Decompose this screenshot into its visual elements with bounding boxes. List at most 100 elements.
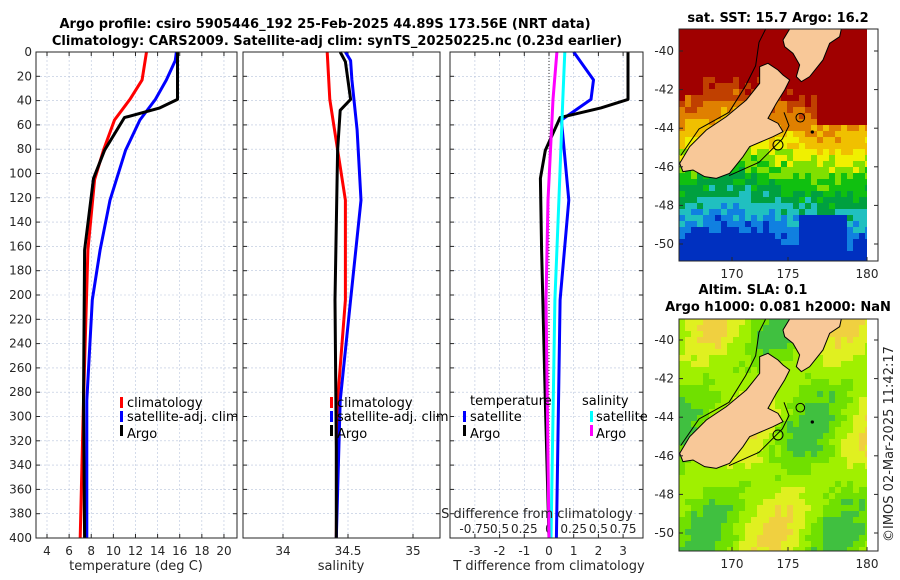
legend-swatch-s-satellite — [590, 411, 593, 422]
map-pixel — [787, 481, 794, 488]
map-pixel — [775, 403, 782, 410]
map-pixel — [751, 221, 758, 228]
map-pixel — [691, 71, 698, 78]
map-pixel — [775, 179, 782, 186]
map-pixel — [691, 125, 698, 132]
map-pixel — [817, 541, 824, 548]
map-pixel — [703, 233, 710, 240]
map-pixel — [691, 541, 698, 548]
map-pixel — [679, 499, 686, 506]
map-pixel — [841, 185, 848, 192]
map-pixel — [679, 361, 686, 368]
map-pixel — [751, 463, 758, 470]
map-pixel — [679, 511, 686, 518]
map-pixel — [799, 469, 806, 476]
x-tick-label: 6 — [65, 544, 73, 558]
map-pixel — [823, 397, 830, 404]
map-pixel — [745, 505, 752, 512]
map-pixel — [703, 487, 710, 494]
map-pixel — [733, 185, 740, 192]
map-pixel — [847, 245, 854, 252]
map-pixel — [811, 215, 818, 222]
map-pixel — [679, 433, 686, 440]
map-pixel — [859, 499, 866, 506]
map-pixel — [703, 379, 710, 386]
legend-swatch-t-argo — [463, 425, 466, 436]
map-pixel — [829, 215, 836, 222]
figure-title-line1: Argo profile: csiro 5905446_192 25-Feb-2… — [59, 17, 590, 32]
map-pixel — [787, 511, 794, 518]
map-pixel — [823, 541, 830, 548]
map-pixel — [697, 349, 704, 356]
temperature-axis-label: temperature (deg C) — [69, 559, 203, 574]
map-pixel — [721, 493, 728, 500]
map-pixel — [763, 155, 770, 162]
map-pixel — [679, 367, 686, 374]
map-pixel — [859, 59, 866, 66]
s-diff-axis-label: S difference from climatology — [441, 507, 633, 522]
map-pixel — [703, 185, 710, 192]
map-pixel — [799, 433, 806, 440]
map-pixel — [853, 227, 860, 234]
map-pixel — [835, 161, 842, 168]
map-pixel — [799, 155, 806, 162]
map-pixel — [727, 355, 734, 362]
map-pixel — [787, 179, 794, 186]
map-pixel — [727, 59, 734, 66]
map-pixel — [781, 173, 788, 180]
map-pixel — [811, 149, 818, 156]
s-diff-tick-label: 0.75 — [610, 522, 637, 536]
map-pixel — [733, 203, 740, 210]
map-pixel — [757, 505, 764, 512]
map-pixel — [841, 89, 848, 96]
map-pixel — [811, 541, 818, 548]
map-pixel — [811, 113, 818, 120]
map-pixel — [691, 385, 698, 392]
map-pixel — [859, 161, 866, 168]
map-pixel — [847, 173, 854, 180]
map-pixel — [793, 215, 800, 222]
map-pixel — [715, 197, 722, 204]
map-pixel — [739, 517, 746, 524]
map-pixel — [763, 487, 770, 494]
map-pixel — [709, 331, 716, 338]
map-pixel — [751, 41, 758, 48]
map-pixel — [763, 209, 770, 216]
map-pixel — [727, 325, 734, 332]
map-pixel — [853, 221, 860, 228]
map-pixel — [787, 53, 794, 60]
map-pixel — [787, 59, 794, 66]
map-pixel — [721, 499, 728, 506]
map-pixel — [751, 239, 758, 246]
map-pixel — [727, 343, 734, 350]
map-pixel — [775, 239, 782, 246]
map-pixel — [853, 179, 860, 186]
map-pixel — [835, 119, 842, 126]
map-pixel — [805, 149, 812, 156]
map-pixel — [721, 331, 728, 338]
map-pixel — [841, 439, 848, 446]
map-pixel — [721, 343, 728, 350]
map-pixel — [811, 155, 818, 162]
map-pixel — [715, 391, 722, 398]
map-pixel — [787, 149, 794, 156]
map-pixel — [745, 35, 752, 42]
map-pixel — [835, 155, 842, 162]
map-pixel — [793, 233, 800, 240]
map-pixel — [727, 197, 734, 204]
map-pixel — [853, 35, 860, 42]
map-pixel — [769, 197, 776, 204]
map-pixel — [817, 95, 824, 102]
map-pixel — [847, 361, 854, 368]
map-pixel — [745, 191, 752, 198]
map-pixel — [727, 319, 734, 326]
map-pixel — [691, 337, 698, 344]
map-pixel — [775, 481, 782, 488]
map-pixel — [805, 403, 812, 410]
map-pixel — [703, 41, 710, 48]
map-pixel — [841, 415, 848, 422]
map-pixel — [799, 391, 806, 398]
map-pixel — [763, 499, 770, 506]
map-pixel — [775, 511, 782, 518]
map-pixel — [805, 517, 812, 524]
